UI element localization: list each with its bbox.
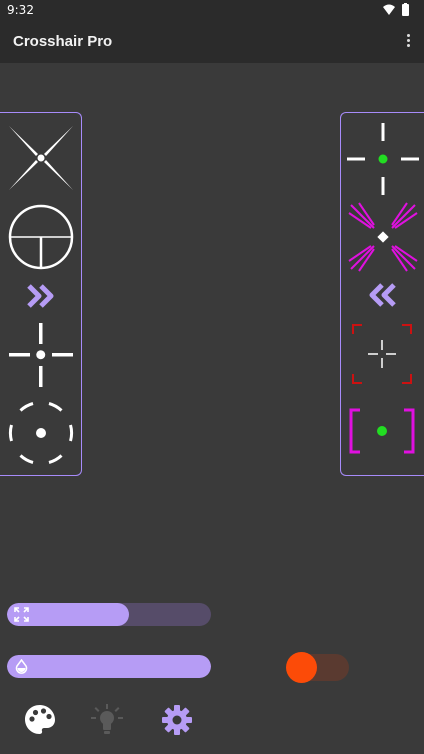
expand-icon [14,607,29,622]
magenta-brackets-green-dot[interactable] [349,408,415,454]
magenta-x-crosshair[interactable] [347,201,419,273]
collapse-left-chevrons[interactable] [368,283,396,307]
opacity-drop-icon [14,658,29,674]
status-icons [382,3,412,17]
x-star-crosshair[interactable] [8,125,74,191]
wifi-icon [383,4,395,15]
collapse-right-chevrons[interactable] [27,284,55,308]
white-cross-green-dot[interactable] [345,121,421,197]
toggle-thumb [286,652,317,683]
crosshair-toggle[interactable] [286,652,349,683]
app-bar: Crosshair Pro [0,20,424,63]
more-vert-icon[interactable] [402,32,414,52]
size-slider[interactable] [7,603,211,626]
circle-scope-crosshair[interactable] [8,204,74,270]
battery-icon [402,4,409,16]
status-bar: 9:32 [0,0,424,20]
right-crosshair-panel [340,112,424,476]
circle-dot-crosshair[interactable] [8,400,74,466]
red-brackets-crosshair[interactable] [351,323,413,385]
left-crosshair-panel [0,112,82,476]
status-time: 9:32 [7,3,34,17]
opacity-slider-fill [7,655,211,678]
plus-gap-crosshair[interactable] [7,321,75,389]
lightbulb-icon[interactable] [90,703,124,737]
palette-icon[interactable] [23,703,57,737]
opacity-slider[interactable] [7,655,211,678]
gear-icon[interactable] [160,703,194,737]
app-title: Crosshair Pro [13,33,113,50]
